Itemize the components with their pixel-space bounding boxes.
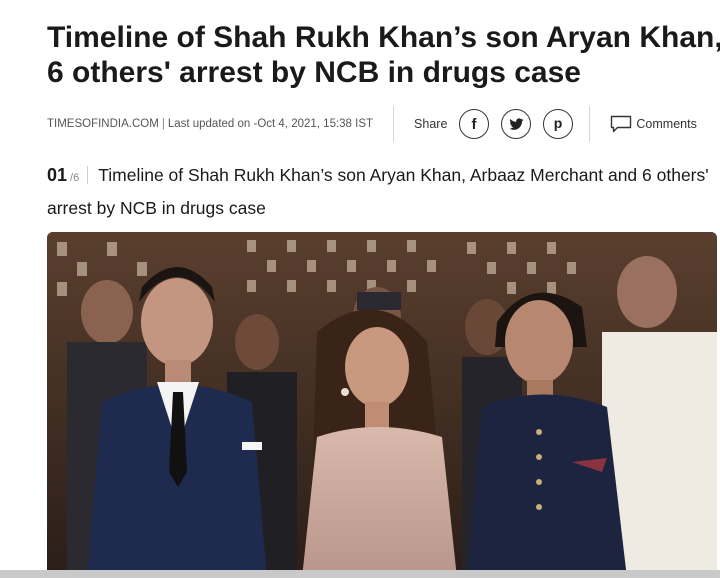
slide-caption: 01/6 Timeline of Shah Rukh Khan’s son Ary… xyxy=(47,160,720,223)
share-label: Share xyxy=(414,117,448,131)
facebook-share-button[interactable]: f xyxy=(459,109,490,139)
twitter-share-button[interactable] xyxy=(501,109,532,139)
slide-photo[interactable] xyxy=(47,232,717,578)
source-name[interactable]: TIMESOFINDIA.COM xyxy=(47,118,159,130)
pinterest-glyph: p xyxy=(554,116,563,131)
caption-divider xyxy=(87,166,89,184)
meta-divider xyxy=(393,106,395,142)
article-meta-row: TIMESOFINDIA.COM | Last updated on -Oct 4,… xyxy=(47,104,720,144)
slide-caption-text: Timeline of Shah Rukh Khan’s son Aryan K… xyxy=(47,165,709,218)
speech-bubble-icon xyxy=(611,115,632,133)
share-divider xyxy=(589,106,591,142)
slide-number: 01 xyxy=(47,165,68,185)
facebook-glyph: f xyxy=(472,116,478,132)
byline-separator: | xyxy=(161,118,165,130)
pinterest-icon: p xyxy=(554,116,563,131)
headline-line-2: 6 others' arrest by NCB in drugs case xyxy=(47,56,581,89)
pinterest-share-button[interactable]: p xyxy=(543,109,574,139)
event-photo xyxy=(47,232,717,578)
comments-button[interactable]: Comments xyxy=(610,115,697,133)
facebook-icon: f xyxy=(472,116,478,132)
slide-total: /6 xyxy=(70,172,80,184)
byline: TIMESOFINDIA.COM | Last updated on -Oct 4,… xyxy=(47,118,373,130)
article-page: Timeline of Shah Rukh Khan’s son Aryan K… xyxy=(0,0,720,578)
twitter-icon xyxy=(509,117,524,130)
comments-label: Comments xyxy=(636,117,697,131)
article-headline: Timeline of Shah Rukh Khan’s son Aryan K… xyxy=(47,20,720,90)
bottom-scrollbar[interactable] xyxy=(0,570,720,578)
headline-line-1: Timeline of Shah Rukh Khan’s son Aryan K… xyxy=(47,21,720,54)
updated-timestamp: Last updated on -Oct 4, 2021, 15:38 IST xyxy=(167,118,374,130)
